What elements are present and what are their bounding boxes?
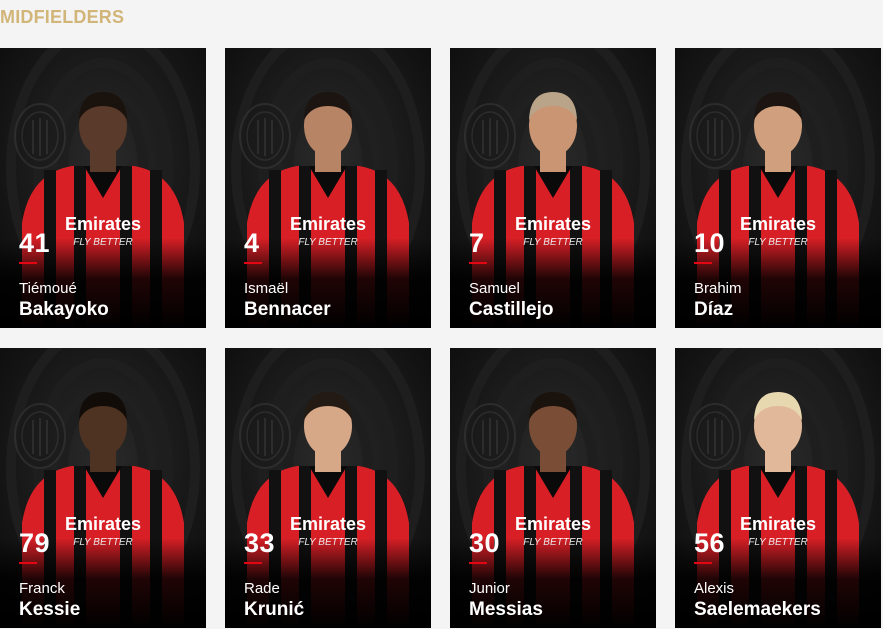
sponsor-text: Emirates xyxy=(740,214,816,234)
player-last-name: Bennacer xyxy=(244,299,331,320)
player-last-name: Kessie xyxy=(19,599,81,620)
sponsor-text: Emirates xyxy=(515,514,591,534)
player-first-name: Samuel xyxy=(469,280,520,297)
player-last-name: Bakayoko xyxy=(19,299,109,320)
player-last-name: Castillejo xyxy=(469,299,554,320)
sponsor-text: Emirates xyxy=(65,214,141,234)
club-crest-icon xyxy=(689,403,741,469)
sponsor-text: Emirates xyxy=(740,514,816,534)
player-number: 7 xyxy=(469,228,485,258)
player-card[interactable]: Emirates FLY BETTER 33 Rade Krunić xyxy=(225,348,431,628)
players-grid: Emirates FLY BETTER 41 Tiémoué Bakayoko xyxy=(0,48,883,628)
section-title: MIDFIELDERS xyxy=(0,7,125,27)
player-last-name: Saelemaekers xyxy=(694,599,821,620)
player-card[interactable]: Emirates FLY BETTER 10 Brahim Díaz xyxy=(675,48,881,328)
player-first-name: Alexis xyxy=(694,580,735,597)
player-number: 33 xyxy=(244,528,276,558)
number-underline xyxy=(19,262,37,264)
club-crest-icon xyxy=(239,103,291,169)
player-first-name: Ismaël xyxy=(244,280,289,297)
player-card[interactable]: Emirates FLY BETTER 4 Ismaël Bennacer xyxy=(225,48,431,328)
number-underline xyxy=(694,562,712,564)
number-underline xyxy=(694,262,712,264)
club-crest-icon xyxy=(464,403,516,469)
player-card[interactable]: Emirates FLY BETTER 79 Franck Kessie xyxy=(0,348,206,628)
player-first-name: Franck xyxy=(19,580,65,597)
player-first-name: Junior xyxy=(469,580,510,597)
number-underline xyxy=(19,562,37,564)
player-number: 56 xyxy=(694,528,726,558)
player-last-name: Messias xyxy=(469,599,543,620)
player-first-name: Tiémoué xyxy=(19,280,77,297)
number-underline xyxy=(469,262,487,264)
player-card[interactable]: Emirates FLY BETTER 56 Alexis Saelemaeke… xyxy=(675,348,881,628)
club-crest-icon xyxy=(239,403,291,469)
number-underline xyxy=(244,262,262,264)
sponsor-text: Emirates xyxy=(290,214,366,234)
player-card[interactable]: Emirates FLY BETTER 7 Samuel Castillejo xyxy=(450,48,656,328)
club-crest-icon xyxy=(14,403,66,469)
sponsor-text: Emirates xyxy=(515,214,591,234)
player-number: 10 xyxy=(694,228,726,258)
club-crest-icon xyxy=(464,103,516,169)
sponsor-text: Emirates xyxy=(65,514,141,534)
sponsor-text: Emirates xyxy=(290,514,366,534)
number-underline xyxy=(244,562,262,564)
player-number: 4 xyxy=(244,228,260,258)
club-crest-icon xyxy=(689,103,741,169)
player-first-name: Rade xyxy=(244,580,280,597)
player-number: 41 xyxy=(19,228,51,258)
player-card[interactable]: Emirates FLY BETTER 30 Junior Messias xyxy=(450,348,656,628)
player-last-name: Krunić xyxy=(244,599,305,620)
player-card[interactable]: Emirates FLY BETTER 41 Tiémoué Bakayoko xyxy=(0,48,206,328)
player-last-name: Díaz xyxy=(694,299,734,320)
player-number: 79 xyxy=(19,528,51,558)
player-number: 30 xyxy=(469,528,501,558)
club-crest-icon xyxy=(14,103,66,169)
number-underline xyxy=(469,562,487,564)
player-first-name: Brahim xyxy=(694,280,742,297)
